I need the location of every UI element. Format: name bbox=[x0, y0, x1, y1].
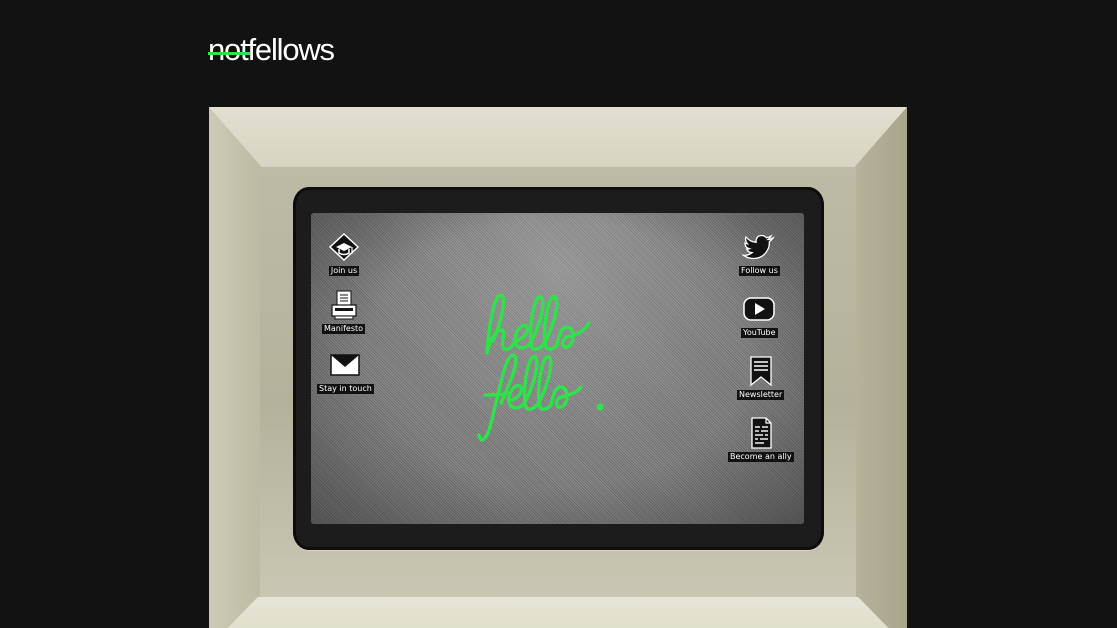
bookmark-icon bbox=[744, 355, 778, 387]
logo-strike-text: not bbox=[208, 32, 249, 67]
logo-text: fellows bbox=[247, 32, 336, 67]
hello-fello-greeting bbox=[477, 293, 604, 442]
desktop-icon-label: Manifesto bbox=[322, 324, 366, 334]
desktop-icon-newsletter[interactable]: Newsletter bbox=[737, 355, 785, 400]
desktop-icon-label: Become an ally bbox=[728, 452, 794, 462]
bezel-left bbox=[209, 107, 261, 628]
desktop-icon-label: YouTube bbox=[741, 328, 778, 338]
retro-computer: Join us Manifesto Stay in touch Follow u… bbox=[209, 107, 907, 628]
bezel-bottom bbox=[209, 597, 907, 628]
document-icon bbox=[744, 417, 778, 449]
desktop-icon-join-us[interactable]: Join us bbox=[327, 231, 361, 276]
desktop-icon-stay-in-touch[interactable]: Stay in touch bbox=[317, 349, 374, 394]
desktop-icon-youtube[interactable]: YouTube bbox=[741, 293, 778, 338]
desktop-icon-label: Newsletter bbox=[737, 390, 785, 400]
desktop-icon-label: Join us bbox=[328, 266, 360, 276]
desktop-icon-become-an-ally[interactable]: Become an ally bbox=[728, 417, 794, 462]
envelope-icon bbox=[328, 349, 362, 381]
desktop-icon-manifesto[interactable]: Manifesto bbox=[322, 289, 366, 334]
bezel-right bbox=[855, 107, 907, 628]
twitter-bird-icon bbox=[742, 231, 776, 263]
page: not fellows Join us Manifesto Stay in to… bbox=[0, 0, 1117, 628]
graduation-cap-icon bbox=[327, 231, 361, 263]
desktop-icon-follow-us[interactable]: Follow us bbox=[739, 231, 780, 276]
printer-icon bbox=[327, 289, 361, 321]
crt-screen: Join us Manifesto Stay in touch Follow u… bbox=[311, 213, 804, 524]
youtube-play-icon bbox=[742, 293, 776, 325]
crt-monitor: Join us Manifesto Stay in touch Follow u… bbox=[293, 187, 824, 550]
desktop-icon-label: Stay in touch bbox=[317, 384, 374, 394]
bezel-top bbox=[209, 107, 907, 167]
site-logo[interactable]: not fellows bbox=[208, 32, 336, 67]
desktop-icon-label: Follow us bbox=[739, 266, 780, 276]
